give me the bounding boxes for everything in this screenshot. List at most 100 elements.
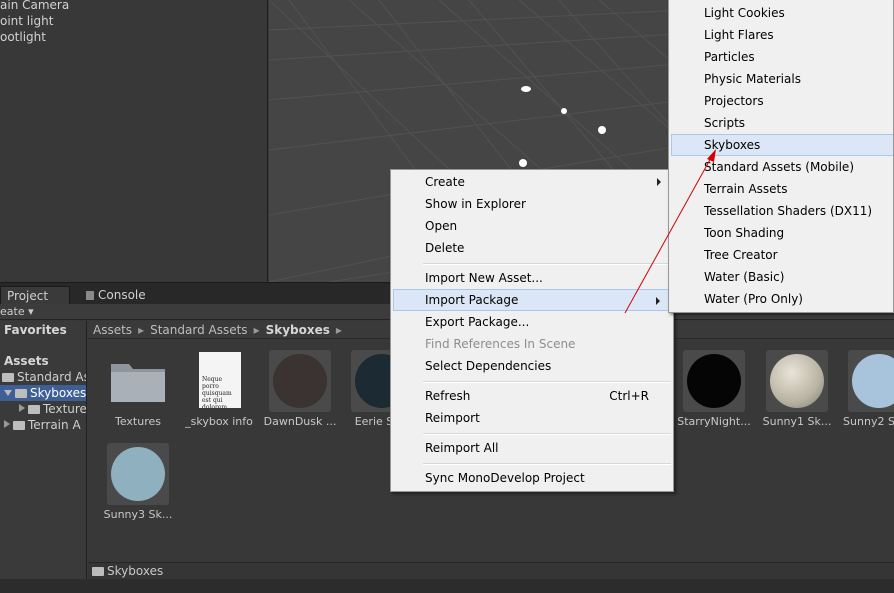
hierarchy-item-spotlight[interactable]: ootlight	[0, 29, 46, 45]
submenu-item-label: Skyboxes	[704, 138, 761, 152]
hierarchy-item-main-camera[interactable]: ain Camera	[0, 0, 69, 13]
menu-item-select-dependencies[interactable]: Select Dependencies	[393, 355, 671, 377]
submenu-item-label: Water (Pro Only)	[704, 292, 803, 306]
project-status-bar: Skyboxes	[88, 562, 894, 579]
asset-skybox-info[interactable]: Neque porro quisquam est qui dolorem. _s…	[169, 340, 253, 430]
submenu-item-label: Water (Basic)	[704, 270, 785, 284]
tab-console-label: Console	[98, 288, 146, 302]
folder-icon	[15, 389, 27, 398]
skybox-sphere	[770, 354, 824, 408]
submenu-item-label: Projectors	[704, 94, 764, 108]
document-icon: Neque porro quisquam est qui dolorem.	[188, 350, 250, 412]
submenu-item-toon-shading[interactable]: Toon Shading	[671, 222, 893, 244]
tree-standard-assets[interactable]: Standard As	[2, 369, 86, 385]
light-gizmo-icon[interactable]	[561, 108, 567, 114]
breadcrumb-skyboxes[interactable]: Skyboxes	[266, 323, 330, 337]
submenu-item-skyboxes[interactable]: Skyboxes	[671, 134, 893, 156]
asset-label: Sunny3 Sk...	[103, 508, 173, 521]
menu-item-import-package[interactable]: Import Package	[393, 289, 671, 311]
folder-icon	[2, 373, 14, 382]
asset-sunny2-skybox[interactable]: Sunny2 S	[829, 340, 894, 430]
camera-gizmo-icon[interactable]	[521, 86, 531, 92]
submenu-item-light-flares[interactable]: Light Flares	[671, 24, 893, 46]
menu-item-sync-monodevelop[interactable]: Sync MonoDevelop Project	[393, 467, 671, 489]
tree-terrain-label: Terrain A	[28, 418, 81, 432]
menu-item-reimport[interactable]: Reimport	[393, 407, 671, 429]
menu-item-import-new-asset[interactable]: Import New Asset...	[393, 267, 671, 289]
menu-item-label: Sync MonoDevelop Project	[425, 471, 585, 485]
submenu-item-label: Standard Assets (Mobile)	[704, 160, 854, 174]
folder-icon	[13, 421, 25, 430]
menu-item-export-package[interactable]: Export Package...	[393, 311, 671, 333]
tree-favorites[interactable]: Favorites	[4, 322, 67, 338]
hierarchy-panel: ain Camera oint light ootlight	[0, 0, 268, 282]
submenu-item-physic-materials[interactable]: Physic Materials	[671, 68, 893, 90]
project-tree: Favorites Assets Standard As Skyboxes Te…	[0, 321, 87, 579]
submenu-item-water-pro[interactable]: Water (Pro Only)	[671, 288, 893, 310]
hierarchy-item-point-light[interactable]: oint light	[0, 13, 53, 29]
menu-separator	[423, 433, 671, 435]
collapse-arrow-icon[interactable]	[19, 404, 25, 412]
folder-icon	[28, 405, 40, 414]
asset-sunny1-skybox[interactable]: Sunny1 Sk...	[747, 340, 831, 430]
folder-icon	[92, 567, 104, 576]
light-gizmo-icon[interactable]	[598, 126, 606, 134]
tree-terrain-assets[interactable]: Terrain A	[4, 417, 81, 433]
expand-arrow-icon[interactable]	[4, 390, 12, 396]
menu-item-label: Open	[425, 219, 458, 233]
skybox-sphere	[687, 354, 741, 408]
skybox-thumbnail	[848, 350, 894, 412]
submenu-item-light-cookies[interactable]: Light Cookies	[671, 2, 893, 24]
menu-item-label: Find References In Scene	[425, 337, 576, 351]
submenu-item-particles[interactable]: Particles	[671, 46, 893, 68]
breadcrumb-sep: ▸	[138, 323, 145, 337]
submenu-item-standard-assets-mobile[interactable]: Standard Assets (Mobile)	[671, 156, 893, 178]
tree-textures-label: Texture	[43, 402, 87, 416]
tab-console[interactable]: Console	[80, 286, 150, 305]
tree-textures[interactable]: Texture	[19, 401, 87, 417]
tree-assets-label: Assets	[4, 354, 49, 368]
breadcrumb-assets[interactable]: Assets	[93, 323, 132, 337]
light-gizmo-icon[interactable]	[519, 159, 527, 167]
menu-item-shortcut: Ctrl+R	[609, 389, 649, 403]
menu-item-delete[interactable]: Delete	[393, 237, 671, 259]
menu-item-label: Show in Explorer	[425, 197, 526, 211]
breadcrumb-standard-assets[interactable]: Standard Assets	[150, 323, 247, 337]
menu-item-create[interactable]: Create	[393, 171, 671, 193]
submenu-item-tessellation-shaders[interactable]: Tessellation Shaders (DX11)	[671, 200, 893, 222]
menu-item-open[interactable]: Open	[393, 215, 671, 237]
skybox-thumbnail	[766, 350, 828, 412]
create-dropdown-button[interactable]: eate ▾	[0, 304, 34, 320]
submenu-arrow-icon	[657, 178, 661, 186]
tree-skyboxes-label: Skyboxes	[30, 386, 87, 400]
submenu-item-terrain-assets[interactable]: Terrain Assets	[671, 178, 893, 200]
submenu-item-tree-creator[interactable]: Tree Creator	[671, 244, 893, 266]
asset-starrynight-skybox[interactable]: StarryNight...	[664, 340, 751, 430]
folder-icon	[107, 350, 169, 412]
tree-assets[interactable]: Assets	[4, 353, 49, 369]
menu-item-label: Refresh	[425, 389, 471, 403]
menu-item-refresh[interactable]: Refresh Ctrl+R	[393, 385, 671, 407]
asset-dawndusk-skybox[interactable]: DawnDusk ...	[250, 340, 336, 430]
context-menu: Create Show in Explorer Open Delete Impo…	[390, 169, 674, 492]
submenu-item-projectors[interactable]: Projectors	[671, 90, 893, 112]
submenu-item-water-basic[interactable]: Water (Basic)	[671, 266, 893, 288]
submenu-item-label: Tree Creator	[704, 248, 778, 262]
menu-item-find-references: Find References In Scene	[393, 333, 671, 355]
submenu-item-label: Toon Shading	[704, 226, 785, 240]
tab-project[interactable]: Project	[0, 286, 70, 305]
bottom-strip	[0, 579, 894, 593]
menu-item-reimport-all[interactable]: Reimport All	[393, 437, 671, 459]
submenu-item-label: Particles	[704, 50, 755, 64]
breadcrumb-sep: ▸	[253, 323, 260, 337]
menu-item-show-in-explorer[interactable]: Show in Explorer	[393, 193, 671, 215]
asset-textures-folder[interactable]: Textures	[88, 340, 168, 430]
tree-skyboxes[interactable]: Skyboxes	[0, 385, 87, 401]
submenu-item-scripts[interactable]: Scripts	[671, 112, 893, 134]
tree-favorites-label: Favorites	[4, 323, 67, 337]
breadcrumb-sep: ▸	[335, 323, 342, 337]
submenu-item-label: Scripts	[704, 116, 746, 130]
asset-sunny3-skybox[interactable]: Sunny3 Sk...	[88, 433, 172, 523]
collapse-arrow-icon[interactable]	[4, 420, 10, 428]
console-icon	[86, 291, 94, 300]
